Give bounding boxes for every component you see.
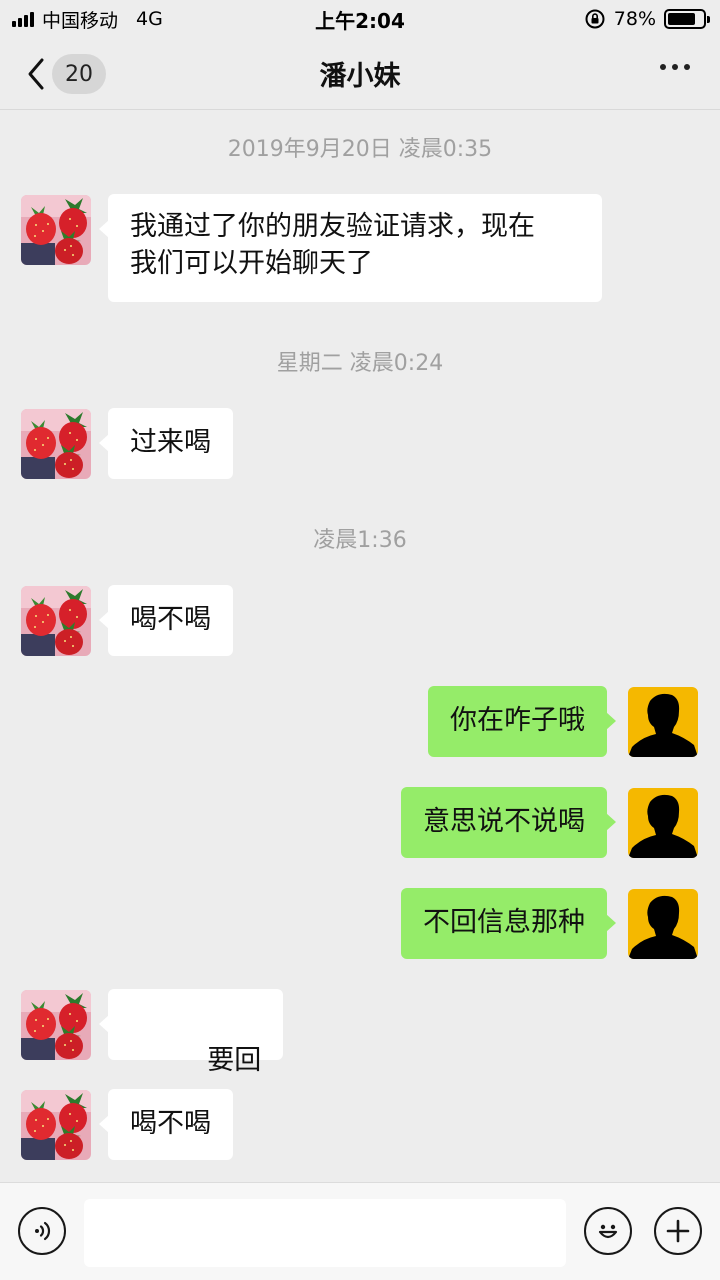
chevron-left-icon [28,58,44,90]
network-label: 4G [136,8,163,30]
status-bar: 中国移动 4G 上午2:04 78% [0,0,720,38]
message-line: 我通过了你的朋友验证请求，现在 [130,211,535,242]
message-line: 我们可以开始聊天了 [130,248,373,279]
plus-button[interactable] [654,1207,702,1255]
orientation-lock-icon [585,9,605,29]
status-right: 78% [584,8,710,30]
nav-bar: 20 潘小妹 [0,38,720,110]
contact-avatar[interactable] [21,409,91,479]
silhouette-avatar-image [628,687,698,757]
strawberry-avatar-image [21,195,91,265]
dot-icon [684,64,690,70]
my-avatar[interactable] [628,788,698,858]
more-options-button[interactable] [660,64,690,70]
voice-icon [35,1221,51,1241]
timestamp: 星期二 凌晨0:24 [276,351,444,376]
timestamp: 2019年9月20日 凌晨0:35 [227,137,493,162]
message-text: 过来喝 [130,427,211,458]
message-bubble[interactable]: 要回 [98,989,284,1076]
battery-percent: 78% [613,8,656,30]
silhouette-avatar-image [628,788,698,858]
contact-avatar[interactable] [21,195,91,265]
message-bubble[interactable]: 意思说不说喝 [401,787,616,858]
contact-avatar[interactable] [21,1090,91,1160]
status-left: 中国移动 4G [12,6,163,33]
message-text: 要回 [198,1045,262,1076]
input-bar [0,1182,720,1280]
silhouette-avatar-image [628,889,698,959]
battery-icon [664,9,710,29]
message-bubble[interactable]: 不回信息那种 [401,888,616,959]
contact-avatar[interactable] [21,990,91,1060]
signal-icon [12,11,34,27]
message-text: 意思说不说喝 [423,806,585,837]
emoji-icon [598,1224,618,1239]
contact-avatar[interactable] [21,586,91,656]
message-text: 不回信息那种 [423,907,585,938]
strawberry-avatar-image [21,586,91,656]
message-bubble[interactable]: 喝不喝 [99,1089,233,1160]
message-bubble[interactable]: 你在咋子哦 [428,686,616,757]
unread-count-badge: 20 [52,54,106,94]
plus-icon [666,1219,690,1243]
message-bubble[interactable]: 过来喝 [99,408,233,479]
chat-title: 潘小妹 [319,61,401,92]
message-bubble[interactable]: 喝不喝 [99,585,233,656]
carrier-label: 中国移动 [42,9,119,32]
strawberry-avatar-image [21,990,91,1060]
chat-screen: 中国移动 4G 上午2:04 78% 20 潘小妹 2019年9月20日 凌晨0… [0,0,720,1280]
message-bubble[interactable]: 我通过了你的朋友验证请求，现在 我们可以开始聊天了 [99,194,602,302]
my-avatar[interactable] [628,687,698,757]
battery-fill [668,13,695,25]
timestamp: 凌晨1:36 [313,528,407,553]
dot-icon [672,64,678,70]
message-text: 喝不喝 [130,604,211,635]
message-text: 喝不喝 [130,1108,211,1139]
strawberry-avatar-image [21,1090,91,1160]
message-text: 你在咋子哦 [450,705,585,736]
dot-icon [660,64,666,70]
back-button[interactable]: 20 [22,52,106,96]
my-avatar[interactable] [628,889,698,959]
strawberry-avatar-image [21,409,91,479]
voice-button[interactable] [18,1207,66,1255]
emoji-button[interactable] [584,1207,632,1255]
message-input[interactable] [84,1199,566,1267]
